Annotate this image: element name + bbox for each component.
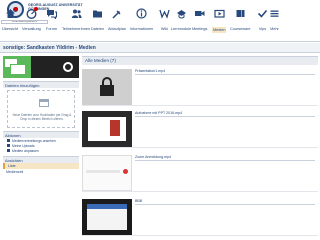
nav-label: Mehr bbox=[270, 27, 279, 31]
nav-item-wiki[interactable]: Wiki bbox=[158, 7, 171, 37]
nav-item-dateien[interactable]: Dateien bbox=[91, 7, 104, 37]
media-icon bbox=[213, 7, 226, 20]
slide-graphic bbox=[110, 120, 120, 136]
nav-label: Courseware bbox=[230, 27, 251, 31]
media-item[interactable]: BBB bbox=[82, 196, 318, 236]
calendar-icon bbox=[110, 7, 123, 20]
nav-label: Verwaltung bbox=[22, 27, 41, 31]
media-item[interactable]: Präsentation1.mp4 bbox=[82, 66, 318, 106]
media-title[interactable]: Aufnahme mit PPT 2016.mp4 bbox=[135, 111, 182, 115]
top-navigation-bar: GEORG-AUGUST-UNIVERSITÄT GÖTTINGEN Veran… bbox=[0, 0, 320, 42]
media-thumbnail[interactable] bbox=[82, 69, 132, 105]
media-list-header: Alle Medien (7) bbox=[82, 56, 318, 65]
nav-item-informationen[interactable]: Informationen bbox=[130, 7, 153, 37]
action-customize-media[interactable]: Medien anpassen bbox=[3, 148, 79, 153]
meetings-icon bbox=[193, 7, 206, 20]
list-icon bbox=[7, 139, 10, 142]
slide-header-bar bbox=[87, 204, 127, 209]
info-icon bbox=[135, 7, 148, 20]
upload-heading: Dateien hinzufügen bbox=[3, 81, 79, 88]
course-avatar bbox=[3, 56, 31, 78]
zoom-input-preview bbox=[86, 170, 120, 173]
media-thumbnail[interactable] bbox=[82, 199, 132, 235]
action-label: Medienverbreitungs ansehen bbox=[12, 138, 56, 143]
wrench-icon bbox=[7, 149, 10, 152]
nav-item-uebersicht[interactable]: Übersicht bbox=[2, 7, 18, 37]
media-title[interactable]: Präsentation1.mp4 bbox=[135, 69, 165, 73]
action-label: Meine Uploads bbox=[12, 143, 35, 148]
more-icon bbox=[268, 7, 281, 20]
nav-label: Übersicht bbox=[2, 27, 19, 31]
media-title[interactable]: Zoom Anmeldung.mp4 bbox=[135, 155, 171, 159]
media-item[interactable]: Zoom Anmeldung.mp4 bbox=[82, 152, 318, 192]
nav-item-teilnehmer[interactable]: TeilnehmerInnen bbox=[62, 7, 90, 37]
nav-label: Ablaufplan bbox=[108, 27, 126, 31]
dropzone-text: Neue Dateien zum Hochladen per Drag & Dr… bbox=[12, 113, 72, 121]
forum-icon bbox=[45, 7, 58, 20]
media-thumbnail[interactable] bbox=[82, 155, 132, 191]
nav-item-forum[interactable]: Forum bbox=[45, 7, 58, 37]
wiki-icon bbox=[158, 7, 171, 20]
media-item[interactable]: Aufnahme mit PPT 2016.mp4 bbox=[82, 108, 318, 148]
divider bbox=[135, 204, 315, 205]
media-title[interactable]: BBB bbox=[135, 199, 142, 203]
nav-item-lernmodule[interactable]: Lernmodule bbox=[171, 7, 191, 37]
nav-label: TeilnehmerInnen bbox=[62, 27, 91, 31]
folder-icon bbox=[91, 7, 104, 20]
courseware-icon bbox=[234, 7, 247, 20]
nav-item-medien[interactable]: Medien bbox=[212, 7, 227, 37]
nav-label: Meetings bbox=[192, 27, 208, 31]
nav-label: Dateien bbox=[91, 27, 105, 31]
notification-badge bbox=[14, 7, 18, 11]
nav-label: Medien bbox=[212, 27, 227, 33]
nav-item-courseware[interactable]: Courseware bbox=[230, 7, 250, 37]
action-label: Medien anpassen bbox=[12, 148, 39, 153]
notification-badge bbox=[34, 7, 38, 11]
page-title: sonstige: Sandkasten Yildirim - Medien bbox=[0, 43, 320, 53]
views-heading: Ansichten bbox=[3, 156, 79, 163]
nav-item-verwaltung[interactable]: Verwaltung bbox=[22, 7, 41, 37]
nav-item-mehr[interactable]: Mehr bbox=[268, 7, 281, 37]
zoom-button-preview bbox=[123, 169, 128, 174]
nav-item-ablaufplan[interactable]: Ablaufplan bbox=[108, 7, 126, 37]
sidebar: Dateien hinzufügen Neue Dateien zum Hoch… bbox=[3, 56, 79, 236]
actions-heading: Aktionen bbox=[3, 131, 79, 138]
lock-body bbox=[100, 85, 114, 96]
modules-icon bbox=[175, 7, 188, 20]
divider bbox=[135, 160, 315, 161]
upload-icon bbox=[7, 144, 10, 147]
upload-icon bbox=[39, 99, 49, 107]
course-banner bbox=[3, 56, 79, 78]
course-navigation: Übersicht Verwaltung Forum TeilnehmerInn… bbox=[0, 5, 320, 37]
nav-item-meetings[interactable]: Meetings bbox=[192, 7, 207, 37]
upload-dropzone[interactable]: Neue Dateien zum Hochladen per Drag & Dr… bbox=[7, 90, 75, 128]
view-media-rows[interactable]: Medienzeil bbox=[3, 169, 79, 175]
nav-label: Forum bbox=[46, 27, 57, 31]
divider bbox=[135, 74, 315, 75]
divider bbox=[135, 116, 315, 117]
nav-label: Vips bbox=[258, 27, 267, 31]
slide-preview bbox=[88, 117, 126, 141]
media-list: Alle Medien (7) Präsentation1.mp4 Aufnah… bbox=[82, 56, 318, 240]
slide-preview bbox=[87, 204, 127, 230]
people-icon bbox=[70, 7, 83, 20]
nav-label: Wiki bbox=[160, 27, 169, 31]
media-thumbnail[interactable] bbox=[82, 111, 132, 147]
nav-label: Lernmodule bbox=[171, 27, 192, 31]
nav-label: Informationen bbox=[130, 27, 154, 31]
course-type-icon bbox=[63, 62, 73, 72]
